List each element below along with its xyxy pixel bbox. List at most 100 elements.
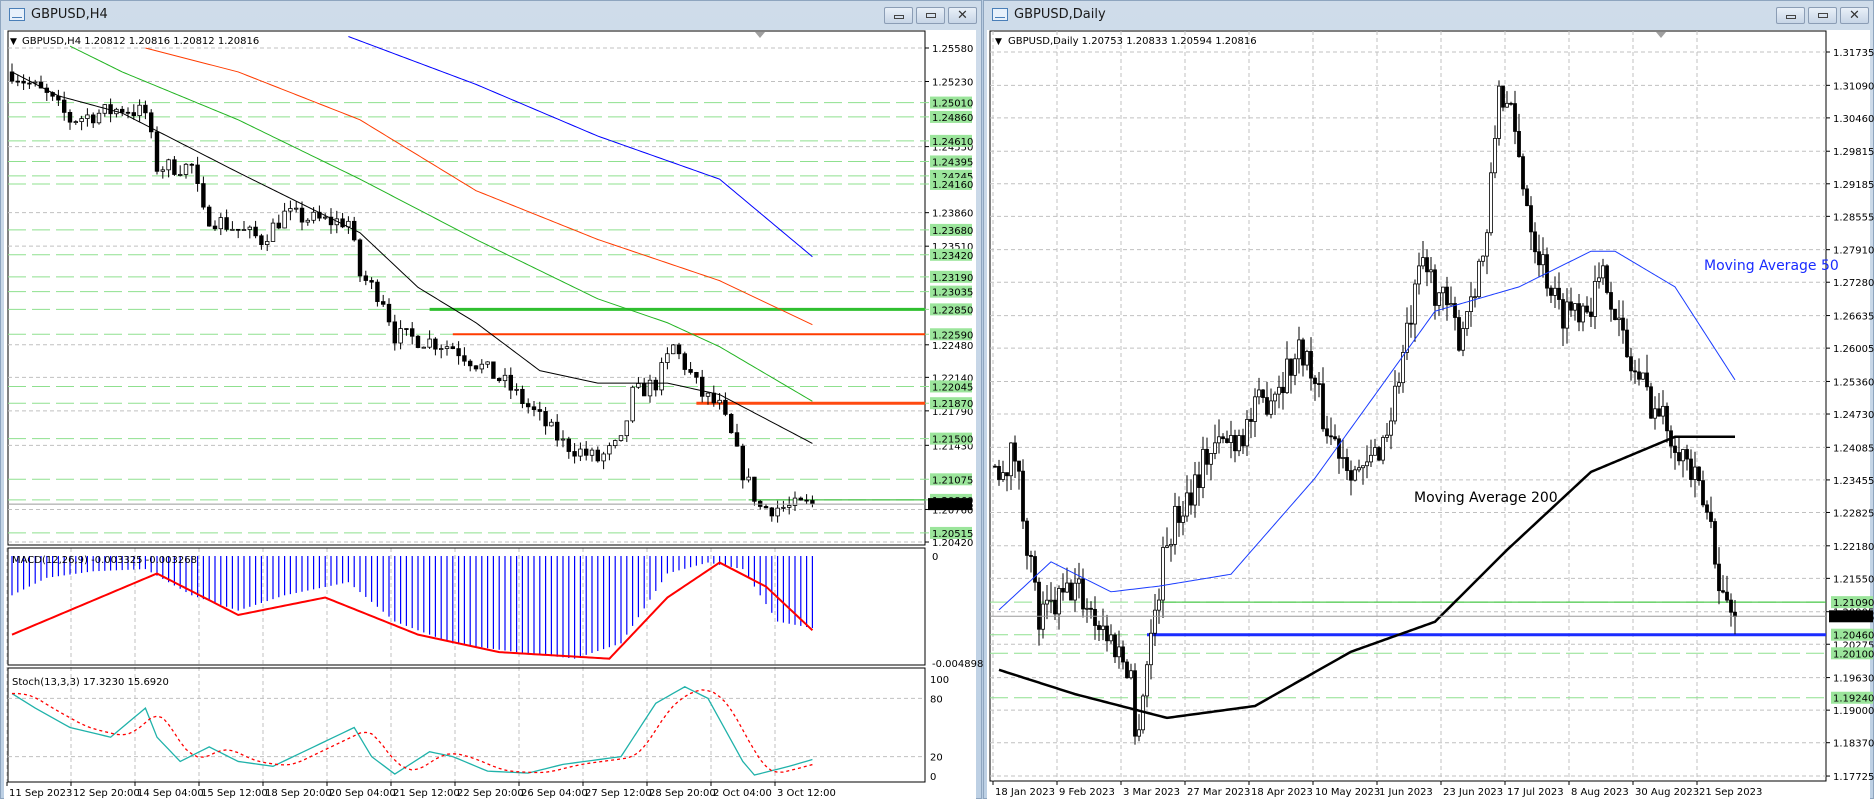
candle-bearish bbox=[1705, 504, 1709, 513]
candle-bearish bbox=[1081, 578, 1085, 610]
price-axis-label: 1.19630 bbox=[1833, 674, 1874, 685]
candle-bullish bbox=[1009, 442, 1013, 477]
candle-bearish bbox=[1549, 287, 1553, 296]
candle-bearish bbox=[1557, 287, 1561, 300]
candle-bearish bbox=[27, 82, 32, 85]
candle-bearish bbox=[189, 163, 194, 166]
candle-bullish bbox=[1173, 505, 1177, 545]
level-label: 1.21090 bbox=[1833, 598, 1874, 609]
candle-bearish bbox=[1037, 581, 1041, 630]
candle-bullish bbox=[1437, 292, 1441, 306]
charts-canvas[interactable]: 1.255801.252301.245501.238601.235101.224… bbox=[0, 0, 1874, 799]
candle-bullish bbox=[1001, 472, 1005, 480]
candle-bullish bbox=[589, 449, 595, 456]
candle-bearish bbox=[1029, 555, 1033, 557]
candle-bullish bbox=[1237, 435, 1241, 452]
collapse-triangle-icon[interactable]: ▼ bbox=[995, 37, 1002, 47]
daily-info-label: GBPUSD,Daily 1.20753 1.20833 1.20594 1.2… bbox=[1008, 36, 1257, 47]
candle-bearish bbox=[1545, 254, 1549, 289]
candle-bullish bbox=[1465, 311, 1469, 329]
candle-bearish bbox=[369, 280, 374, 283]
candle-bullish bbox=[1429, 269, 1433, 273]
time-label: 1 Jun 2023 bbox=[1379, 787, 1433, 798]
candle-bullish bbox=[1245, 419, 1249, 447]
candle-bearish bbox=[276, 222, 281, 229]
ma200-label: Moving Average 200 bbox=[1414, 490, 1558, 506]
candle-bearish bbox=[456, 348, 461, 357]
price-axis-label: 1.22825 bbox=[1833, 508, 1874, 519]
candle-bearish bbox=[1729, 599, 1733, 613]
candle-bearish bbox=[694, 372, 699, 378]
candle-bearish bbox=[595, 449, 600, 462]
time-label: 22 Sep 20:00 bbox=[457, 788, 524, 799]
candle-bullish bbox=[1441, 286, 1445, 294]
macd-axis-label: -0.004898 bbox=[932, 659, 983, 670]
candle-bullish bbox=[1597, 277, 1601, 282]
candle-bearish bbox=[1697, 466, 1701, 482]
candle-bullish bbox=[1217, 436, 1221, 444]
candle-bullish bbox=[1653, 408, 1657, 419]
candle-bullish bbox=[1617, 317, 1621, 321]
price-axis-label: 1.23860 bbox=[932, 209, 973, 220]
candle-bearish bbox=[1613, 308, 1617, 321]
candle-bullish bbox=[1413, 283, 1417, 325]
candle-bearish bbox=[1649, 386, 1653, 419]
candle-bullish bbox=[1477, 260, 1481, 298]
time-label: 18 Sep 20:00 bbox=[265, 788, 332, 799]
candle-bullish bbox=[1169, 543, 1173, 547]
candle-bullish bbox=[775, 507, 780, 517]
candle-bearish bbox=[1529, 205, 1533, 233]
candle-bearish bbox=[1625, 329, 1629, 358]
price-axis-label: 1.26635 bbox=[1833, 312, 1874, 323]
candle-bullish bbox=[311, 211, 316, 221]
stoch-axis-label: 100 bbox=[930, 675, 949, 686]
candle-bearish bbox=[1177, 505, 1181, 523]
candle-bearish bbox=[1445, 286, 1449, 306]
candle-bullish bbox=[1573, 303, 1577, 311]
candle-bearish bbox=[584, 448, 589, 456]
collapse-triangle-icon[interactable]: ▼ bbox=[10, 37, 17, 47]
price-axis-label: 1.18370 bbox=[1833, 739, 1874, 750]
chart-shift-triangle-icon bbox=[755, 32, 765, 38]
time-label: 9 Feb 2023 bbox=[1059, 787, 1115, 798]
time-label: 23 Jun 2023 bbox=[1443, 787, 1503, 798]
level-label: 1.22850 bbox=[932, 305, 973, 316]
candle-bearish bbox=[1725, 591, 1729, 601]
candle-bearish bbox=[1577, 303, 1581, 323]
candle-bearish bbox=[1717, 563, 1721, 592]
candle-bearish bbox=[1205, 448, 1209, 465]
candle-bearish bbox=[763, 506, 769, 509]
candle-bearish bbox=[1013, 442, 1017, 462]
candle-bearish bbox=[1125, 661, 1129, 679]
candle-bearish bbox=[299, 207, 305, 223]
candle-bearish bbox=[1221, 436, 1225, 440]
candle-bearish bbox=[67, 111, 73, 123]
price-axis-label: 1.24085 bbox=[1833, 443, 1874, 454]
candle-bullish bbox=[1185, 492, 1189, 517]
stoch-axis-label: 80 bbox=[930, 694, 943, 705]
candle-bearish bbox=[206, 206, 212, 227]
candle-bearish bbox=[1329, 435, 1333, 438]
price-axis-label: 1.24730 bbox=[1833, 410, 1874, 421]
ma50-label: Moving Average 50 bbox=[1704, 258, 1839, 274]
candle-bullish bbox=[1397, 382, 1401, 387]
candle-bearish bbox=[1685, 449, 1689, 460]
candle-bearish bbox=[357, 239, 363, 277]
candle-bearish bbox=[1333, 436, 1337, 440]
candle-bullish bbox=[1581, 305, 1585, 323]
moving-average-line bbox=[145, 47, 813, 326]
candle-bullish bbox=[1497, 85, 1501, 139]
time-label: 21 Sep 12:00 bbox=[393, 788, 460, 799]
candle-bullish bbox=[1137, 729, 1141, 737]
candle-bearish bbox=[1053, 599, 1057, 615]
candle-bearish bbox=[1189, 492, 1193, 506]
candle-bullish bbox=[1165, 545, 1169, 548]
candle-bullish bbox=[1109, 634, 1113, 642]
candle-bullish bbox=[1257, 389, 1261, 398]
candle-bullish bbox=[1341, 457, 1345, 459]
moving-average-line bbox=[998, 435, 1735, 720]
candle-bullish bbox=[514, 388, 519, 391]
macd-axis-label: 0 bbox=[932, 552, 938, 563]
candle-bearish bbox=[676, 344, 682, 355]
price-axis-label: 1.27910 bbox=[1833, 246, 1874, 257]
